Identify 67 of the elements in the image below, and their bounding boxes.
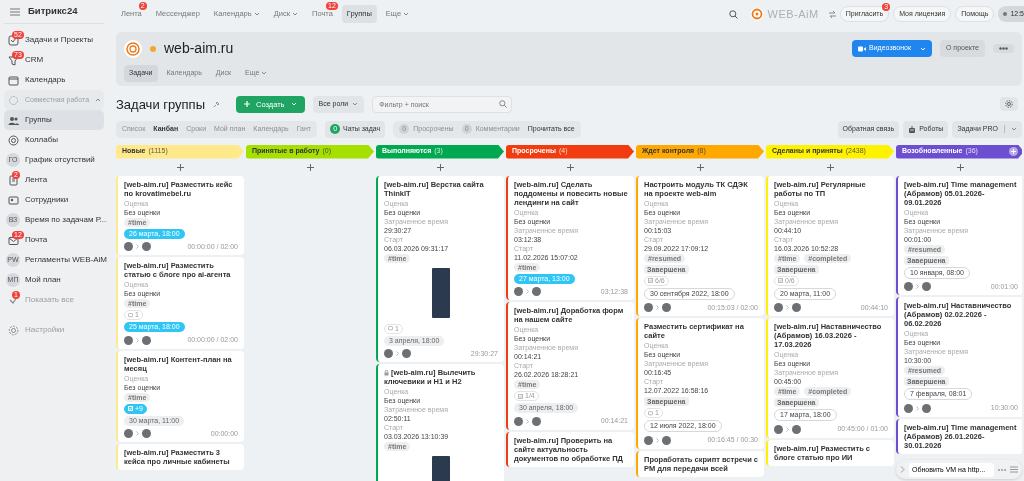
checklist-icon bbox=[518, 393, 523, 399]
add-circle-icon[interactable] bbox=[1009, 147, 1018, 156]
group-avatar-icon bbox=[124, 39, 142, 58]
chevron-right-icon bbox=[526, 289, 529, 295]
dots-icon bbox=[999, 47, 1008, 50]
sidebar-item[interactable]: Календарь bbox=[4, 70, 104, 90]
sidebar-item[interactable]: Коллабы bbox=[4, 130, 104, 150]
chevron-right-icon bbox=[136, 337, 139, 343]
plus-icon bbox=[696, 163, 704, 171]
chevron-right-icon bbox=[136, 431, 139, 437]
chevron-right-icon bbox=[396, 351, 399, 357]
caret-icon bbox=[253, 12, 260, 17]
settings-icon bbox=[8, 324, 19, 336]
chevron-right-icon bbox=[526, 418, 529, 424]
swap-icon bbox=[828, 10, 836, 18]
caret-icon bbox=[292, 12, 298, 17]
checklist-icon bbox=[648, 278, 653, 283]
target-icon bbox=[8, 134, 19, 146]
chevron-right-icon bbox=[136, 244, 139, 250]
caret-icon bbox=[261, 71, 268, 76]
people-icon bbox=[8, 114, 19, 126]
group-name: web-aim.ru bbox=[164, 39, 234, 58]
caret-icon bbox=[352, 102, 359, 107]
chevron-right-icon bbox=[786, 426, 789, 432]
page-title: Задачи группы bbox=[116, 95, 205, 114]
more-button[interactable] bbox=[993, 44, 1014, 53]
sidebar-item[interactable]: Группы bbox=[4, 110, 104, 130]
comment-icon bbox=[388, 326, 393, 331]
settings-button[interactable] bbox=[1000, 97, 1018, 112]
status-dot-icon bbox=[1003, 12, 1008, 16]
id-card-icon bbox=[8, 194, 19, 206]
checklist-icon bbox=[128, 406, 133, 411]
chevron-right-icon bbox=[656, 305, 659, 311]
caret-icon bbox=[919, 46, 926, 51]
dots-icon[interactable] bbox=[998, 468, 1006, 471]
camera-icon bbox=[858, 45, 867, 52]
status-dot-icon bbox=[150, 45, 156, 52]
plus-icon bbox=[826, 163, 834, 171]
calendar-icon bbox=[8, 74, 19, 86]
search-icon[interactable] bbox=[728, 9, 738, 19]
plus-icon bbox=[956, 163, 964, 171]
comment-icon bbox=[128, 312, 133, 318]
chevron-right-icon bbox=[916, 284, 919, 290]
robot-icon bbox=[908, 125, 917, 133]
caret-icon bbox=[1011, 127, 1017, 132]
checklist-icon bbox=[778, 278, 783, 283]
settings-icon bbox=[1005, 100, 1013, 109]
logo-icon bbox=[749, 7, 764, 21]
sidebar-item[interactable]: Сотрудники bbox=[4, 190, 104, 210]
caret-icon bbox=[403, 12, 410, 17]
dotted-circle-icon bbox=[8, 94, 19, 106]
app-name: Битрикс24 bbox=[28, 4, 78, 19]
lock-icon bbox=[384, 370, 389, 376]
chevron-right-icon bbox=[656, 437, 659, 443]
plus-icon bbox=[176, 163, 184, 171]
plus-icon bbox=[306, 163, 314, 171]
plus-icon bbox=[566, 163, 574, 171]
chevron-right-icon bbox=[786, 305, 789, 311]
search-icon bbox=[499, 100, 508, 109]
comment-icon bbox=[648, 410, 653, 416]
plus-icon bbox=[436, 163, 444, 171]
plus-icon bbox=[244, 101, 250, 108]
document-icon bbox=[8, 174, 19, 186]
pin-icon bbox=[213, 100, 220, 108]
logo-text: WEB-AiM bbox=[767, 6, 819, 22]
chevron-right-icon bbox=[916, 405, 919, 411]
caret-icon bbox=[290, 102, 297, 107]
